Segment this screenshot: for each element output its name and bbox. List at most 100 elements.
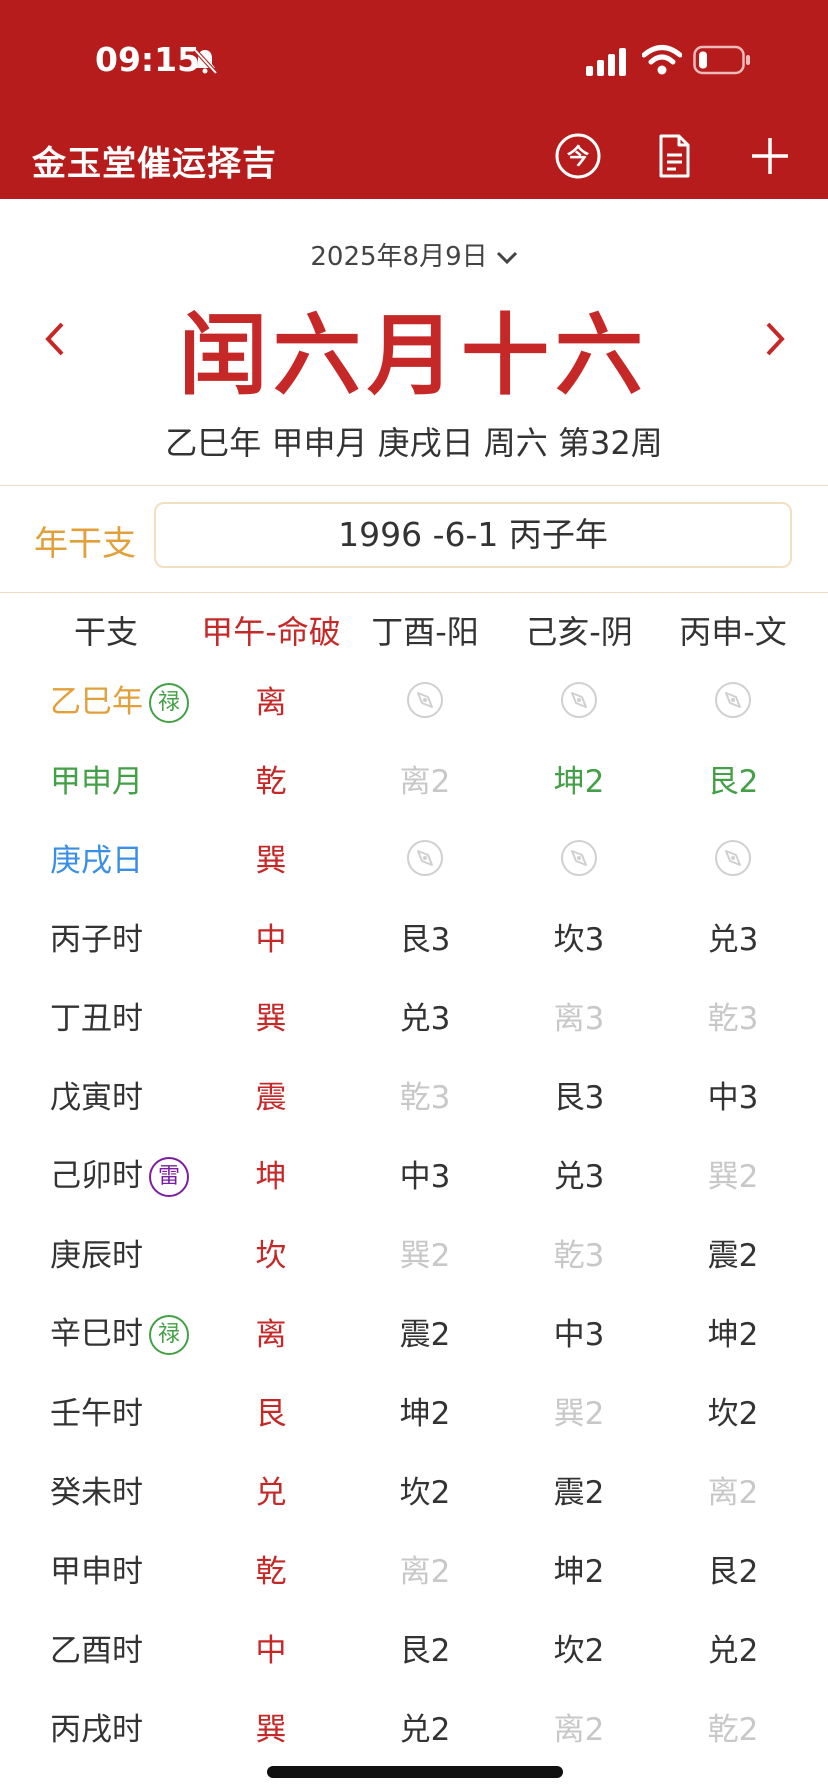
next-day-button[interactable] (762, 320, 790, 358)
row-label: 甲申时 (50, 1554, 143, 1590)
row-label-cell: 乙巳年禄 (18, 660, 194, 739)
value-cell: 坎3 (553, 922, 605, 958)
compass-cell (348, 660, 502, 739)
row-label: 癸未时 (50, 1475, 143, 1511)
row-label-cell: 庚辰时 (18, 1213, 194, 1292)
table-header-row: 干支 甲午-命破 丁酉-阳 己亥-阴 丙申-文 (18, 600, 810, 660)
trigram-cell: 中 (255, 922, 287, 958)
trigram-cell: 兑 (255, 1475, 287, 1511)
lu-badge: 禄 (149, 1315, 189, 1356)
table-row: 庚戌日 巽 (18, 818, 810, 897)
app-title: 金玉堂催运择吉 (32, 144, 277, 184)
compass-cell (502, 818, 656, 897)
value-cell: 离2 (399, 764, 451, 800)
trigram-cell: 离 (255, 1317, 287, 1353)
thunder-badge: 雷 (149, 1157, 189, 1198)
value-cell: 坎2 (399, 1475, 451, 1511)
trigram-cell: 中 (255, 1633, 287, 1669)
add-icon[interactable] (746, 132, 794, 180)
row-label: 乙酉时 (50, 1633, 143, 1669)
value-cell: 乾3 (399, 1080, 451, 1116)
row-label-cell: 丁丑时 (18, 976, 194, 1055)
value-cell: 震2 (399, 1317, 451, 1353)
value-cell: 坎2 (707, 1396, 759, 1432)
table-row: 甲申时 乾 离2 坤2 艮2 (18, 1529, 810, 1608)
table-row: 己卯时雷 坤 中3 兑3 巽2 (18, 1134, 810, 1213)
value-cell: 兑2 (707, 1633, 759, 1669)
header-col-1: 甲午-命破 (201, 613, 341, 651)
cellular-signal-icon (586, 48, 626, 76)
value-cell: 艮2 (707, 764, 759, 800)
row-label-cell: 辛巳时禄 (18, 1292, 194, 1371)
value-cell: 离2 (707, 1475, 759, 1511)
value-cell: 坤2 (707, 1317, 759, 1353)
trigram-cell: 巽 (255, 1712, 287, 1748)
ganzhi-summary: 乙巳年 甲申月 庚戌日 周六 第32周 (165, 424, 663, 462)
home-indicator (267, 1766, 563, 1778)
year-ganzhi-label: 年干支 (34, 524, 136, 564)
value-cell: 震2 (707, 1238, 759, 1274)
trigram-cell: 坤 (255, 1159, 287, 1195)
value-cell: 巽2 (707, 1159, 759, 1195)
value-cell: 乾2 (707, 1712, 759, 1748)
row-label-cell: 庚戌日 (18, 818, 194, 897)
table-row: 壬午时 艮 坤2 巽2 坎2 (18, 1371, 810, 1450)
value-cell: 震2 (553, 1475, 605, 1511)
value-cell: 离3 (553, 1001, 605, 1037)
table-row: 乙酉时 中 艮2 坎2 兑2 (18, 1608, 810, 1687)
compass-icon (407, 681, 443, 718)
solar-date-selector[interactable]: 2025年8月9日 (0, 236, 828, 273)
today-icon-glyph: 今 (567, 144, 589, 170)
row-label: 戊寅时 (50, 1080, 143, 1116)
row-label-cell: 甲申时 (18, 1529, 194, 1608)
status-time: 09:15 (95, 40, 201, 79)
row-label-cell: 壬午时 (18, 1371, 194, 1450)
value-cell: 兑3 (553, 1159, 605, 1195)
row-label: 丁丑时 (50, 1001, 143, 1037)
row-label-cell: 乙酉时 (18, 1608, 194, 1687)
trigram-cell: 艮 (255, 1396, 287, 1432)
compass-icon (407, 839, 443, 876)
row-label: 庚辰时 (50, 1238, 143, 1274)
row-label: 丙戌时 (50, 1712, 143, 1748)
today-icon[interactable]: 今 (554, 132, 602, 180)
trigram-cell: 乾 (255, 764, 287, 800)
battery-icon (693, 45, 750, 75)
value-cell: 巽2 (553, 1396, 605, 1432)
trigram-cell: 巽 (255, 843, 287, 879)
value-cell: 中3 (707, 1080, 759, 1116)
ganzhi-table: 干支 甲午-命破 丁酉-阳 己亥-阴 丙申-文 乙巳年禄离甲申月乾离2 坤2 艮2 庚… (18, 600, 810, 1766)
value-cell: 离2 (399, 1554, 451, 1590)
document-icon[interactable] (650, 132, 698, 180)
row-label-cell: 丙戌时 (18, 1687, 194, 1766)
value-cell: 中3 (553, 1317, 605, 1353)
table-row: 丙子时 中 艮3 坎3 兑3 (18, 897, 810, 976)
trigram-cell: 震 (255, 1080, 287, 1116)
row-label: 己卯时 (50, 1157, 143, 1194)
table-row: 丁丑时 巽 兑3 离3 乾3 (18, 976, 810, 1055)
value-cell: 坤2 (553, 1554, 605, 1590)
trigram-cell: 巽 (255, 1001, 287, 1037)
table-row: 甲申月 乾 离2 坤2 艮2 (18, 739, 810, 818)
compass-cell (502, 660, 656, 739)
value-cell: 兑2 (399, 1712, 451, 1748)
row-label: 庚戌日 (50, 843, 143, 879)
value-cell: 离2 (553, 1712, 605, 1748)
compass-icon (715, 839, 751, 876)
row-label: 壬午时 (50, 1396, 143, 1432)
trigram-cell: 乾 (255, 1554, 287, 1590)
row-label-cell: 甲申月 (18, 739, 194, 818)
row-label: 辛巳时 (50, 1315, 143, 1352)
header-col-3: 己亥-阴 (525, 613, 633, 651)
silent-bell-icon (193, 48, 218, 75)
table-row: 戊寅时 震 乾3 艮3 中3 (18, 1055, 810, 1134)
year-ganzhi-field[interactable]: 1996 -6-1 丙子年 (154, 502, 792, 568)
value-cell: 坤2 (553, 764, 605, 800)
value-cell: 兑3 (707, 922, 759, 958)
lunar-date: 闰六月十六 (178, 303, 649, 407)
row-label-cell: 己卯时雷 (18, 1134, 194, 1213)
compass-cell (348, 818, 502, 897)
solar-date: 2025年8月9日 (310, 242, 488, 272)
value-cell: 艮2 (399, 1633, 451, 1669)
row-label-cell: 戊寅时 (18, 1055, 194, 1134)
